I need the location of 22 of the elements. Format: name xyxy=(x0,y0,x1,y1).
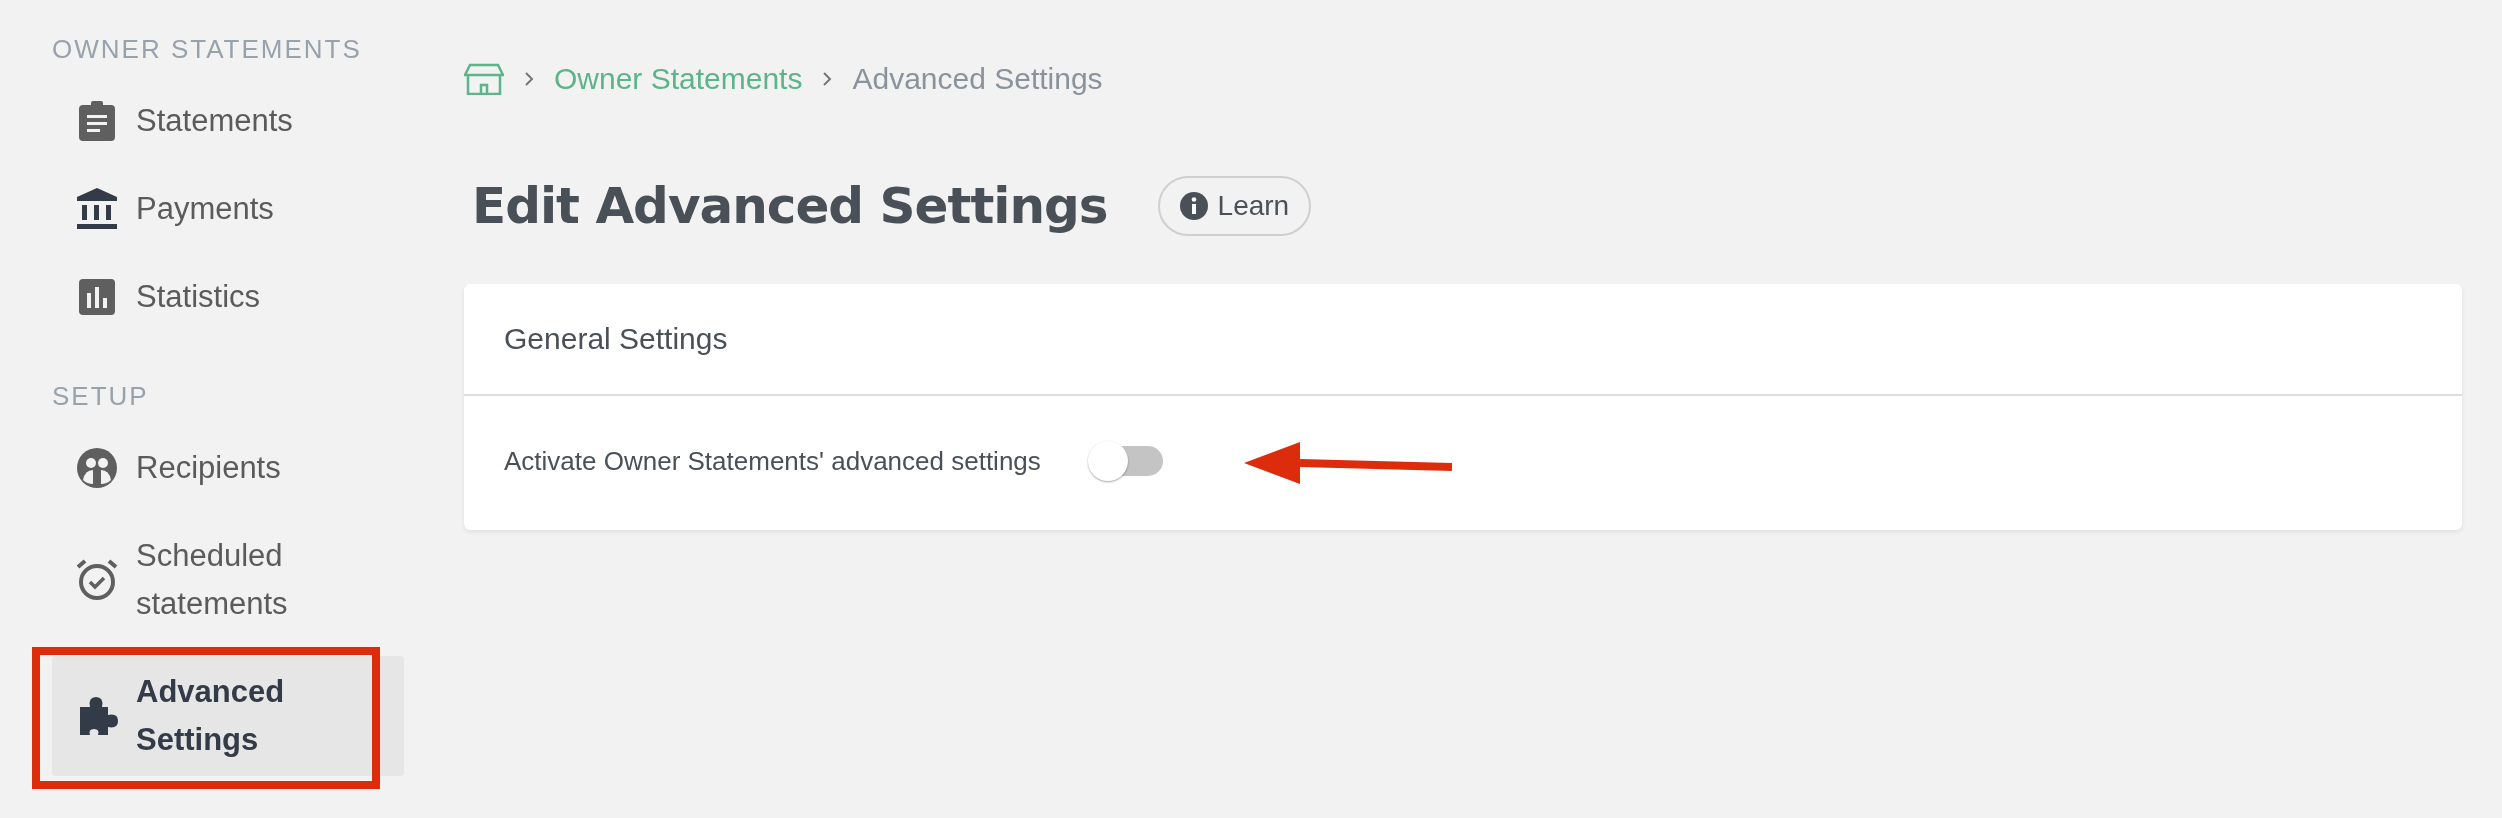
chevron-icon xyxy=(524,71,534,87)
sidebar-item[interactable]: Statistics xyxy=(52,261,404,333)
alarm-clock-icon xyxy=(76,559,118,601)
sidebar-item[interactable]: Recipients xyxy=(52,432,404,504)
card-title: General Settings xyxy=(464,284,2462,396)
info-icon xyxy=(1179,192,1208,220)
sidebar-item[interactable]: Payments xyxy=(52,173,404,245)
sidebar-item[interactable]: Scheduled statements xyxy=(52,520,404,640)
people-icon xyxy=(77,448,117,488)
section-heading: OWNER STATEMENTS xyxy=(52,34,363,65)
chart-icon xyxy=(79,279,115,315)
page-title: Edit Advanced Settings xyxy=(472,177,1108,235)
learn-button[interactable]: Learn xyxy=(1157,176,1312,236)
breadcrumb-current: Advanced Settings xyxy=(852,62,1103,96)
home-icon[interactable] xyxy=(464,63,504,95)
chevron-icon xyxy=(822,71,833,87)
setting-label: Activate Owner Statements' advanced settings xyxy=(504,445,1041,477)
sidebar-item[interactable]: Statements xyxy=(52,85,404,157)
sidebar-item[interactable]: Advanced Settings xyxy=(52,656,404,776)
clipboard-icon xyxy=(79,101,115,141)
section-heading: SETUP xyxy=(52,381,150,412)
bank-icon xyxy=(77,188,117,230)
